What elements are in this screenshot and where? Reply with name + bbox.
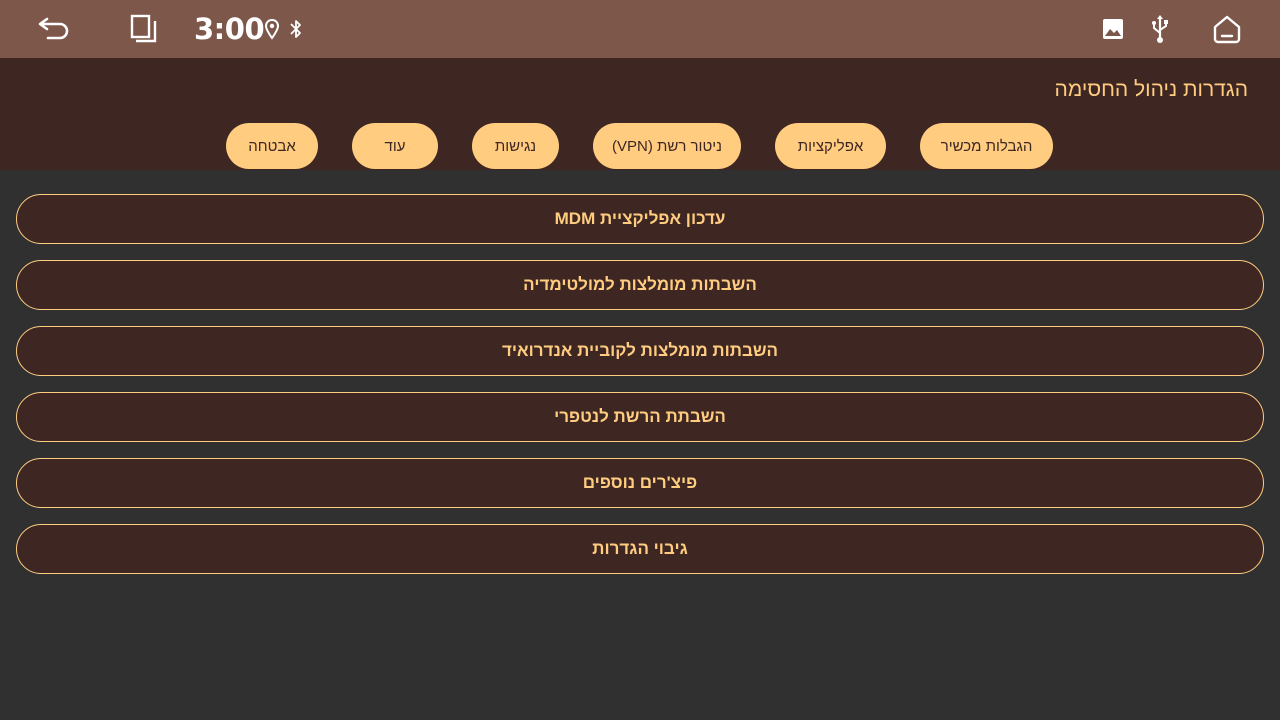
tab-security[interactable]: אבטחה — [226, 123, 318, 169]
app-header: הגדרות ניהול החסימה — [0, 58, 1280, 122]
back-arrow-icon[interactable] — [34, 12, 74, 46]
clock-time: 3:00 — [194, 12, 265, 46]
bluetooth-icon — [286, 16, 306, 42]
android-box-recommended-disables-button[interactable]: השבתות מומלצות לקוביית אנדרואיד — [16, 326, 1264, 376]
recents-icon[interactable] — [126, 10, 160, 48]
multimedia-recommended-disables-button[interactable]: השבתות מומלצות למולטימדיה — [16, 260, 1264, 310]
tab-device-restrictions[interactable]: הגבלות מכשיר — [920, 123, 1053, 169]
tab-bar: הגבלות מכשיר אפליקציות ניטור רשת (VPN) נ… — [0, 122, 1280, 170]
tab-more[interactable]: עוד — [352, 123, 438, 169]
tab-apps[interactable]: אפליקציות — [775, 123, 886, 169]
tab-accessibility[interactable]: נגישות — [472, 123, 559, 169]
additional-features-button[interactable]: פיצ'רים נוספים — [16, 458, 1264, 508]
status-bar: 3:00 — [0, 0, 1280, 58]
update-mdm-app-button[interactable]: עדכון אפליקציית MDM — [16, 194, 1264, 244]
home-icon[interactable] — [1208, 10, 1246, 48]
usb-icon — [1148, 12, 1172, 46]
disable-network-netfree-button[interactable]: השבתת הרשת לנטפרי — [16, 392, 1264, 442]
image-icon — [1100, 16, 1126, 42]
tab-network-monitor-vpn[interactable]: ניטור רשת (VPN) — [593, 123, 741, 169]
location-pin-icon — [262, 16, 282, 42]
backup-settings-button[interactable]: גיבוי הגדרות — [16, 524, 1264, 574]
page-title: הגדרות ניהול החסימה — [1054, 78, 1248, 101]
